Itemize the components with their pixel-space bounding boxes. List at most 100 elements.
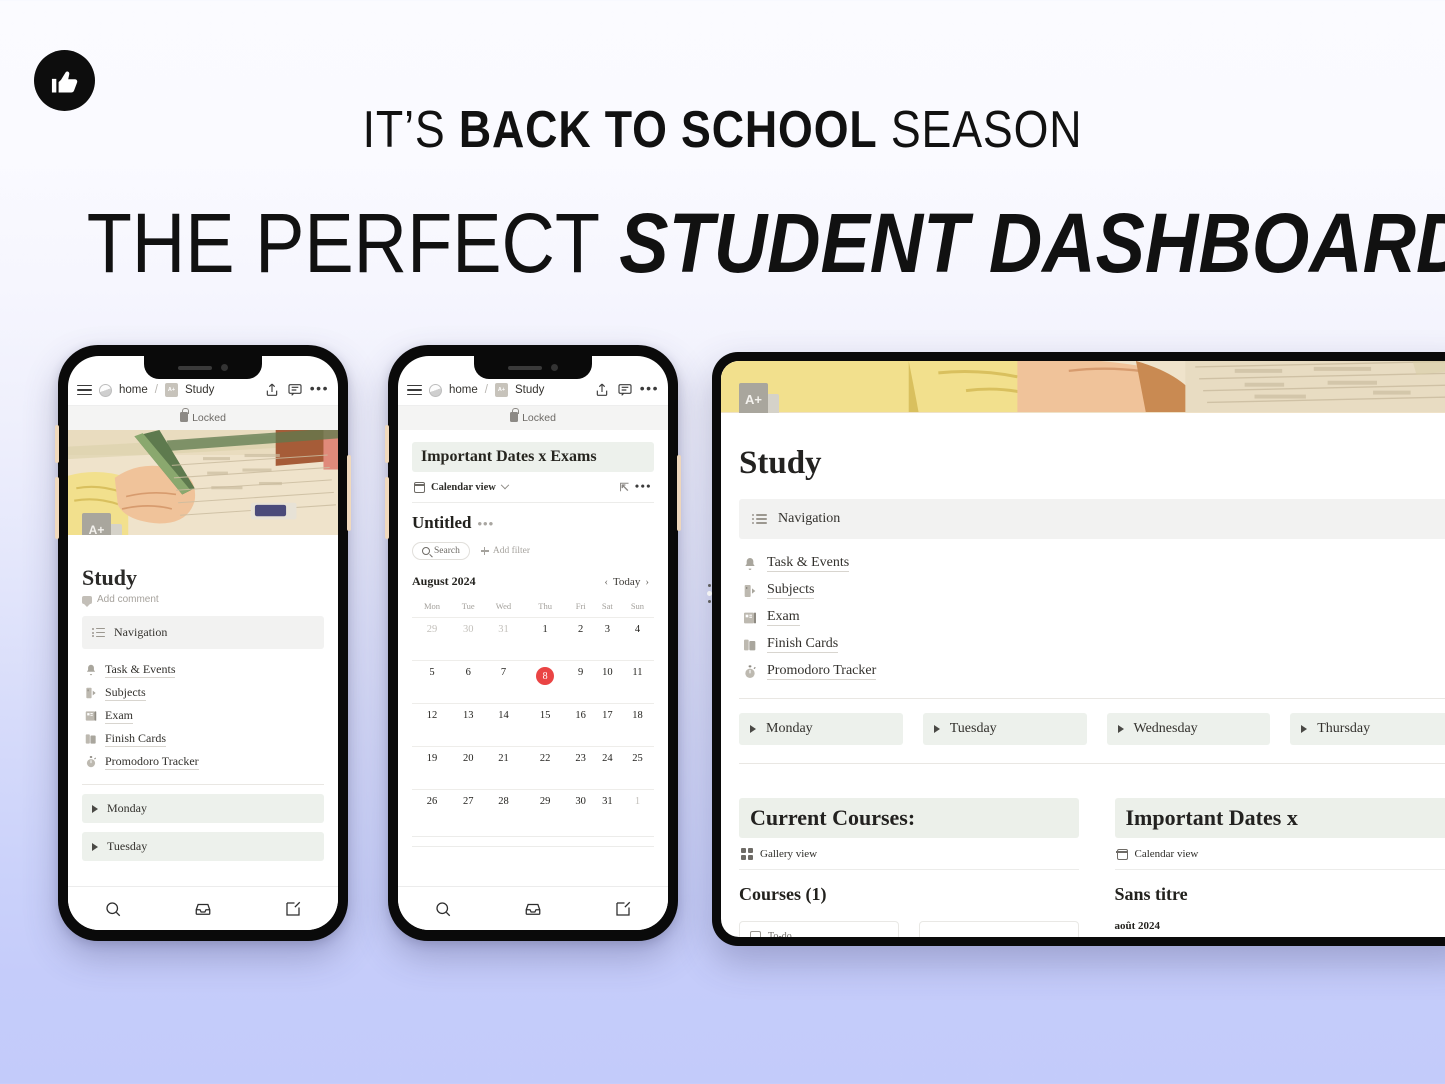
calendar-day-cell[interactable]: 30 [452, 617, 485, 661]
day-toggle-tuesday[interactable]: Tuesday [922, 713, 1087, 745]
comment-icon[interactable] [617, 382, 633, 398]
workspace-globe-icon[interactable] [429, 383, 442, 397]
calendar-day-cell[interactable]: 1 [522, 617, 568, 661]
phone-device-1: home / A+ Study ••• Locked A+ Study Add … [55, 345, 351, 941]
comment-icon[interactable] [287, 382, 303, 398]
todo-row[interactable]: To-do [750, 931, 888, 937]
calendar-day-cell[interactable]: 2 [567, 617, 594, 661]
chevron-down-icon[interactable] [500, 480, 510, 489]
calendar-day-cell[interactable]: 5 [412, 660, 453, 704]
chevron-right-icon[interactable] [1117, 725, 1124, 733]
view-more-icon[interactable]: ••• [635, 480, 652, 492]
nav-link-finish-cards[interactable]: Finish Cards [84, 727, 322, 750]
calendar-day-cell[interactable]: 16 [567, 703, 594, 747]
course-card-empty[interactable] [918, 921, 1079, 937]
calendar-day-cell[interactable]: 26 [412, 789, 453, 833]
calendar-day-cell[interactable]: 29 [522, 789, 568, 833]
add-comment-button[interactable]: Add comment [82, 594, 324, 607]
calendar-day-cell[interactable]: 25 [620, 746, 654, 790]
add-filter-button[interactable]: Add filter [480, 546, 530, 556]
day-toggle-tuesday[interactable]: Tuesday [82, 832, 324, 861]
calendar-day-cell[interactable]: 8 [522, 660, 568, 704]
calendar-day-cell[interactable]: 7 [484, 660, 523, 704]
search-icon[interactable] [434, 900, 452, 918]
calendar-day-cell[interactable]: 31 [484, 617, 523, 661]
next-month-button[interactable]: › [640, 576, 654, 588]
calendar-day-cell[interactable]: 4 [620, 617, 654, 661]
calendar-day-cell[interactable]: 24 [593, 746, 621, 790]
nav-link-finish-cards[interactable]: Finish Cards [742, 631, 1445, 658]
calendar-day-cell[interactable]: 30 [567, 789, 594, 833]
day-toggle-wednesday[interactable]: Wednesday [1106, 713, 1271, 745]
navigation-header[interactable]: Navigation [82, 616, 324, 649]
calendar-day-cell[interactable]: 17 [593, 703, 621, 747]
compose-icon[interactable] [284, 900, 302, 918]
calendar-day-cell[interactable]: 12 [412, 703, 453, 747]
chevron-right-icon[interactable] [933, 725, 940, 733]
inbox-icon[interactable] [194, 900, 212, 918]
nav-link-subjects[interactable]: Subjects [742, 577, 1445, 604]
expand-icon[interactable]: ⇱ [620, 481, 629, 494]
nav-link-task-events[interactable]: Task & Events [84, 658, 322, 681]
calendar-day-cell[interactable]: 11 [620, 660, 654, 704]
calendar-day-cell[interactable]: 31 [593, 789, 621, 833]
calendar-day-cell[interactable]: 6 [452, 660, 485, 704]
calendar-day-cell[interactable]: 9 [567, 660, 594, 704]
chevron-right-icon[interactable] [1301, 725, 1308, 733]
breadcrumb-home[interactable]: home [449, 384, 478, 396]
calendar-day-cell[interactable]: 23 [567, 746, 594, 790]
compose-icon[interactable] [614, 900, 632, 918]
calendar-day-cell[interactable]: 3 [593, 617, 621, 661]
chevron-right-icon[interactable] [92, 842, 98, 851]
navigation-header[interactable]: Navigation [739, 499, 1445, 539]
calendar-day-cell[interactable]: 14 [484, 703, 523, 747]
course-card[interactable]: To-do Completed Task [739, 921, 899, 937]
phone2-content: Important Dates x Exams Calendar view ⇱ … [398, 442, 668, 847]
calendar-day-cell[interactable]: 28 [484, 789, 523, 833]
calendar-day-cell[interactable]: 22 [522, 746, 568, 790]
hamburger-icon[interactable] [77, 384, 92, 396]
calendar-day-cell[interactable]: 21 [484, 746, 523, 790]
inbox-icon[interactable] [524, 900, 542, 918]
more-options-icon[interactable]: ••• [640, 381, 659, 396]
nav-link-exam[interactable]: Exam [84, 704, 322, 727]
search-input[interactable]: Search [412, 542, 470, 560]
view-label[interactable]: Calendar view [431, 482, 496, 493]
calendar-view-bar[interactable]: Calendar view [1114, 838, 1445, 870]
calendar-day-cell[interactable]: 13 [452, 703, 485, 747]
today-highlight[interactable]: 8 [536, 667, 555, 685]
nav-link-task-events[interactable]: Task & Events [742, 550, 1445, 577]
calendar-day-cell[interactable]: 29 [412, 617, 453, 661]
nav-link-exam[interactable]: Exam [742, 604, 1445, 631]
day-toggle-thursday[interactable]: Thursday [1290, 713, 1445, 745]
breadcrumb-home[interactable]: home [119, 384, 148, 396]
today-button[interactable]: Today [613, 576, 640, 588]
gallery-view-bar[interactable]: Gallery view [739, 838, 1079, 870]
day-toggle-monday[interactable]: Monday [82, 794, 324, 823]
breadcrumb-page[interactable]: Study [185, 384, 214, 396]
hamburger-icon[interactable] [407, 384, 422, 396]
calendar-day-cell[interactable]: 19 [412, 746, 453, 790]
chevron-right-icon[interactable] [92, 804, 98, 813]
checkbox-unchecked-icon[interactable] [750, 931, 761, 937]
day-toggle-monday[interactable]: Monday [739, 713, 903, 745]
search-icon[interactable] [104, 900, 122, 918]
untitled-more-icon[interactable]: ••• [478, 517, 495, 533]
calendar-day-cell[interactable]: 20 [452, 746, 485, 790]
chevron-right-icon[interactable] [750, 725, 756, 733]
nav-link-promodoro-tracker[interactable]: Promodoro Tracker [84, 750, 322, 773]
calendar-day-cell[interactable]: 15 [522, 703, 568, 747]
breadcrumb-page[interactable]: Study [515, 384, 544, 396]
share-icon[interactable] [264, 382, 280, 398]
more-options-icon[interactable]: ••• [310, 381, 329, 396]
calendar-day-cell[interactable]: 27 [452, 789, 485, 833]
calendar-day-cell[interactable]: 1 [620, 789, 654, 833]
prev-month-button[interactable]: ‹ [599, 576, 613, 588]
nav-link-subjects[interactable]: Subjects [84, 681, 322, 704]
phone1-bottom-bar [68, 886, 338, 930]
calendar-day-cell[interactable]: 10 [593, 660, 621, 704]
workspace-globe-icon[interactable] [99, 383, 112, 397]
calendar-day-cell[interactable]: 18 [620, 703, 654, 747]
nav-link-promodoro-tracker[interactable]: Promodoro Tracker [742, 658, 1445, 685]
share-icon[interactable] [594, 382, 610, 398]
